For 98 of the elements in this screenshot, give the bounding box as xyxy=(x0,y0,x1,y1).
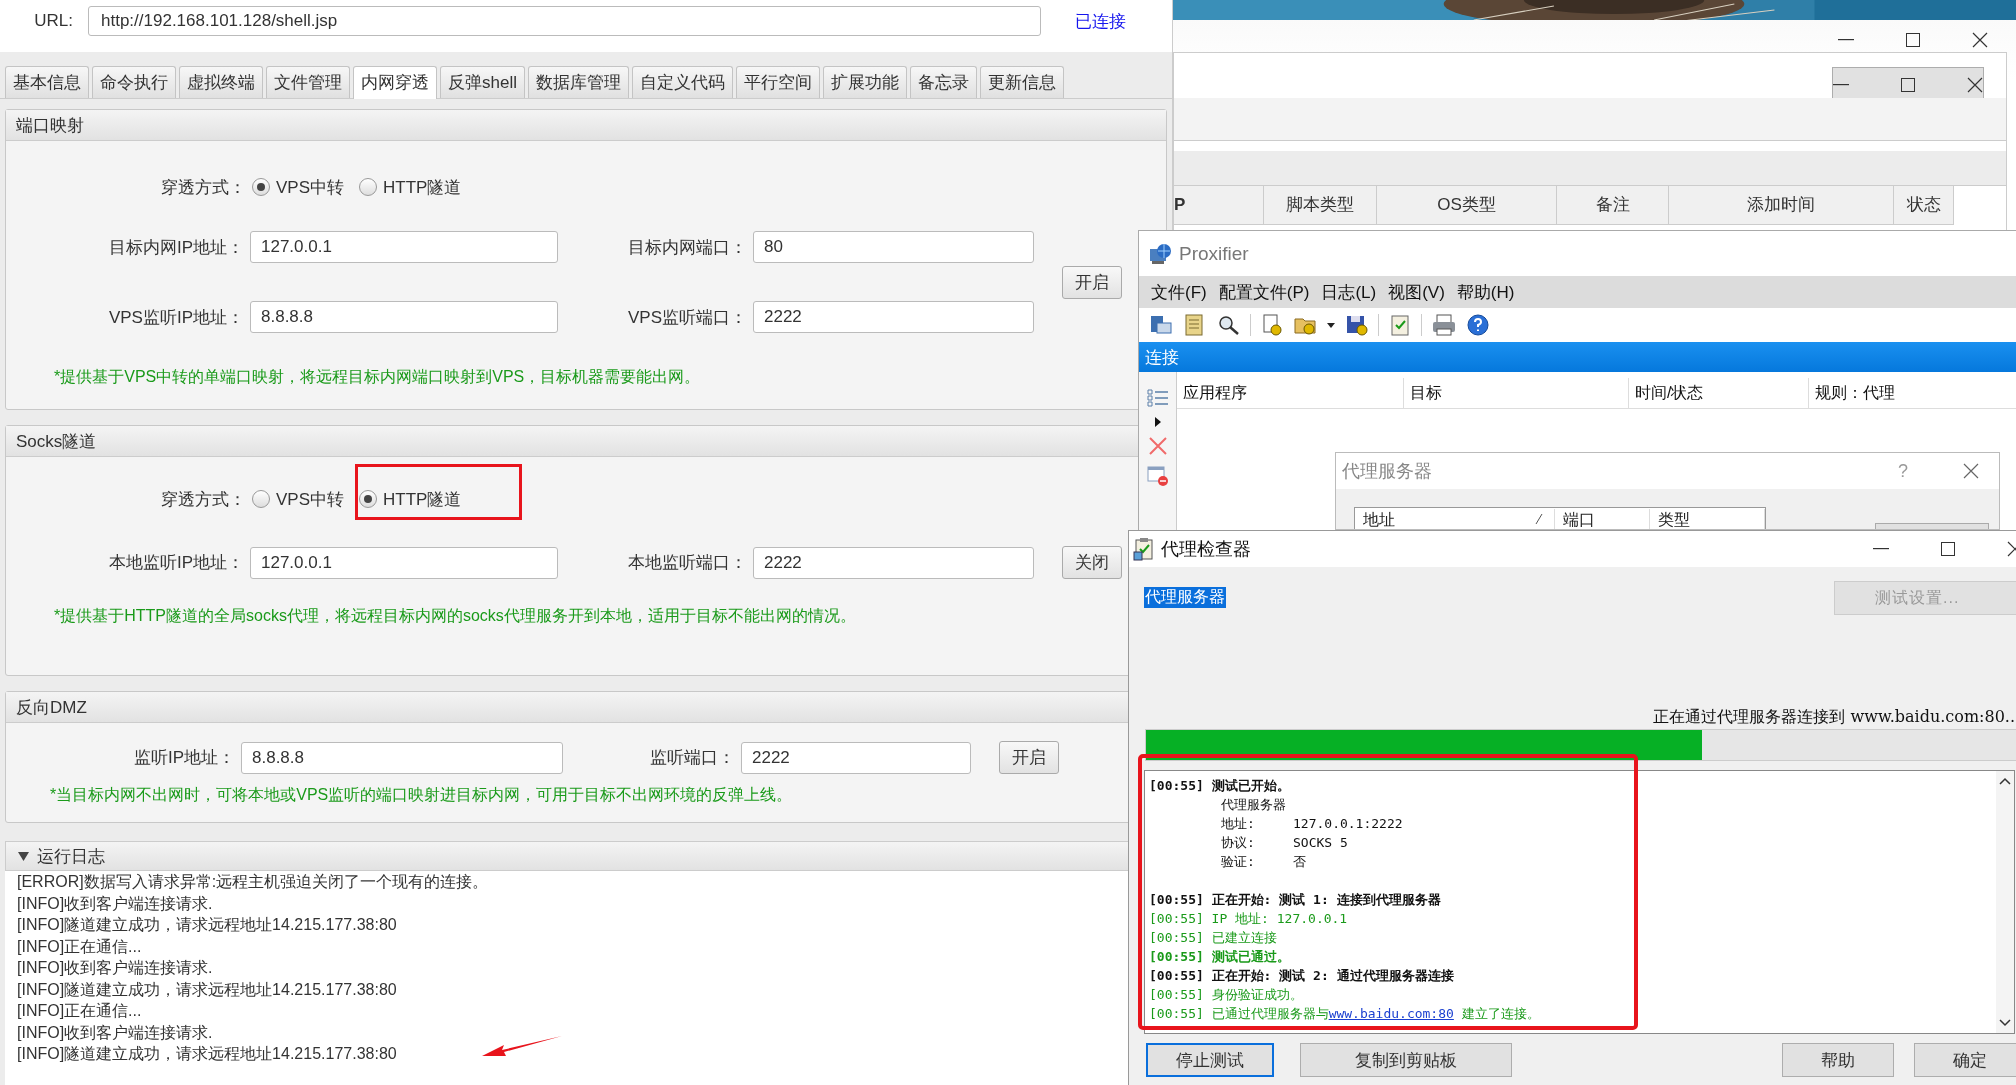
menu-item[interactable]: 帮助(H) xyxy=(1456,280,1515,304)
log-line: [00:55] IP 地址: 127.0.0.1 xyxy=(1149,911,1348,926)
field-label: 本地监听IP地址： xyxy=(107,552,245,574)
column-header[interactable]: 端口 xyxy=(1555,508,1650,529)
menu-item[interactable]: 配置文件(P) xyxy=(1218,280,1310,304)
column-header[interactable]: 规则：代理 xyxy=(1809,378,2016,408)
log-title: 运行日志 xyxy=(37,845,105,868)
window-title: 代理检查器 xyxy=(1161,538,1251,561)
section-label: 代理服务器 xyxy=(1144,587,1226,608)
field-label: 目标内网端口： xyxy=(627,236,748,259)
section-title: 端口映射 xyxy=(16,114,84,137)
log-value: 否 xyxy=(1293,854,1306,869)
menu-item[interactable]: 视图(V) xyxy=(1388,280,1445,304)
tab[interactable]: 命令执行 xyxy=(92,66,176,98)
log-line: 代理服务器 xyxy=(1221,797,1286,812)
input-field[interactable]: 127.0.0.1 xyxy=(250,546,558,579)
window-title: Proxifier xyxy=(1179,242,1249,265)
note-text: *提供基于HTTP隧道的全局socks代理，将远程目标内网的socks代理服务开到本地，适用于目标不能出网的情况。 xyxy=(53,606,857,626)
log-line: [INFO]正在通信... xyxy=(17,936,142,957)
status-text: 正在通过代理服务器连接到 www.baidu.com:80.. xyxy=(1653,707,2015,728)
note-text: *提供基于VPS中转的单端口映射，将远程目标内网端口映射到VPS，目标机器需要能出网。 xyxy=(53,367,702,387)
tab[interactable]: 数据库管理 xyxy=(527,66,629,98)
tab[interactable]: 内网穿透 xyxy=(353,66,437,99)
action-button[interactable]: 开启 xyxy=(999,741,1059,774)
dialog-button[interactable]: 复制到剪贴板 xyxy=(1300,1043,1512,1077)
section-title: Socks隧道 xyxy=(16,430,97,453)
log-line: [00:55] 正在开始: 测试 2: 通过代理服务器连接 xyxy=(1149,968,1454,983)
dialog-title: 代理服务器 xyxy=(1342,460,1433,483)
column-header[interactable]: P xyxy=(1174,186,1264,224)
log-line: [00:55] 身份验证成功。 xyxy=(1149,987,1303,1002)
radio-label[interactable]: HTTP隧道 xyxy=(383,175,462,199)
log-line: [INFO]隧道建立成功，请求远程地址14.215.177.38:80 xyxy=(17,915,397,935)
field-label: 目标内网IP地址： xyxy=(107,236,245,259)
field-label: 穿透方式： xyxy=(160,176,247,199)
tab[interactable]: 反弹shell xyxy=(440,66,525,98)
log-line: [INFO]隧道建立成功，请求远程地址14.215.177.38:80 xyxy=(17,1044,397,1064)
column-header[interactable]: 脚本类型 xyxy=(1264,186,1377,224)
log-value: SOCKS 5 xyxy=(1293,835,1348,850)
field-label: VPS监听端口： xyxy=(626,306,748,329)
input-field[interactable]: 127.0.0.1 xyxy=(250,231,558,263)
log-label: 协议: xyxy=(1221,834,1256,852)
action-button[interactable]: 关闭 xyxy=(1062,546,1122,579)
input-field[interactable]: 80 xyxy=(753,231,1034,263)
dialog-button[interactable]: 帮助 xyxy=(1782,1043,1894,1077)
dialog-button[interactable]: 确定 xyxy=(1914,1043,2016,1077)
log-line: [INFO]收到客户端连接请求. xyxy=(17,1022,213,1043)
input-field[interactable]: 2222 xyxy=(753,301,1034,333)
field-label: 监听端口： xyxy=(649,747,736,769)
tab[interactable]: 自定义代码 xyxy=(631,66,733,98)
tab[interactable]: 虚拟终端 xyxy=(179,66,263,98)
tab[interactable]: 扩展功能 xyxy=(822,66,907,98)
log-value: 127.0.0.1:2222 xyxy=(1293,816,1403,831)
column-header[interactable]: 地址 xyxy=(1355,508,1555,529)
log-line: [INFO]收到客户端连接请求. xyxy=(17,893,213,914)
column-header[interactable]: 添加时间 xyxy=(1669,186,1894,224)
menu-item[interactable]: 日志(L) xyxy=(1321,280,1377,304)
log-line: [00:55] 测试已通过。 xyxy=(1149,949,1290,964)
log-line: [00:55] 已通过代理服务器与www.baidu.com:80 建立了连接。 xyxy=(1149,1006,1540,1021)
log-label: 地址: xyxy=(1221,815,1256,833)
log-line: [00:55] 已建立连接 xyxy=(1149,930,1277,945)
radio-label[interactable]: VPS中转 xyxy=(276,175,345,199)
column-header[interactable]: 应用程序 xyxy=(1177,378,1404,408)
tab[interactable]: 备忘录 xyxy=(909,66,977,98)
dialog-button[interactable]: 停止测试 xyxy=(1146,1043,1274,1077)
menu-item[interactable]: 文件(F) xyxy=(1151,280,1207,304)
input-field[interactable]: 2222 xyxy=(753,546,1034,579)
log-label: 验证: xyxy=(1221,853,1256,871)
radio-label[interactable]: VPS中转 xyxy=(276,487,345,511)
log-line: [00:55] 测试已开始。 xyxy=(1149,778,1290,793)
log-line: [INFO]正在通信... xyxy=(17,1001,142,1021)
action-button[interactable]: 开启 xyxy=(1062,265,1122,299)
panel-title: 连接 xyxy=(1145,346,1179,369)
log-link[interactable]: www.baidu.com:80 xyxy=(1328,1006,1454,1021)
input-field[interactable]: 8.8.8.8 xyxy=(250,301,558,333)
log-line: [INFO]隧道建立成功，请求远程地址14.215.177.38:80 xyxy=(17,979,397,1000)
tab[interactable]: 文件管理 xyxy=(266,66,350,98)
connection-status[interactable]: 已连接 xyxy=(1075,9,1126,33)
field-label: 监听IP地址： xyxy=(132,747,236,769)
field-label: 本地监听端口： xyxy=(627,552,748,574)
field-label: 穿透方式： xyxy=(160,488,247,511)
tab[interactable]: 平行空间 xyxy=(735,66,820,98)
tab[interactable]: 基本信息 xyxy=(5,66,89,98)
tab[interactable]: 更新信息 xyxy=(979,66,1064,98)
column-header[interactable]: 时间/状态 xyxy=(1629,378,1809,408)
column-header[interactable]: 目标 xyxy=(1404,378,1629,408)
url-field[interactable]: http://192.168.101.128/shell.jsp xyxy=(88,6,1041,36)
input-field[interactable]: 2222 xyxy=(741,741,971,774)
column-header[interactable]: 状态 xyxy=(1894,186,1954,224)
input-field[interactable]: 8.8.8.8 xyxy=(241,741,563,774)
log-line: [ERROR]数据写入请求异常:远程主机强迫关闭了一个现有的连接。 xyxy=(17,872,489,892)
column-header[interactable]: 类型 xyxy=(1650,508,1765,529)
field-label: VPS监听IP地址： xyxy=(107,306,245,329)
log-line: [00:55] 正在开始: 测试 1: 连接到代理服务器 xyxy=(1149,892,1441,907)
section-title: 反向DMZ xyxy=(16,696,87,719)
column-header[interactable]: OS类型 xyxy=(1377,186,1557,224)
column-header[interactable]: 备注 xyxy=(1557,186,1669,224)
url-label: URL: xyxy=(33,11,74,31)
log-line: [INFO]收到客户端连接请求. xyxy=(17,958,213,978)
